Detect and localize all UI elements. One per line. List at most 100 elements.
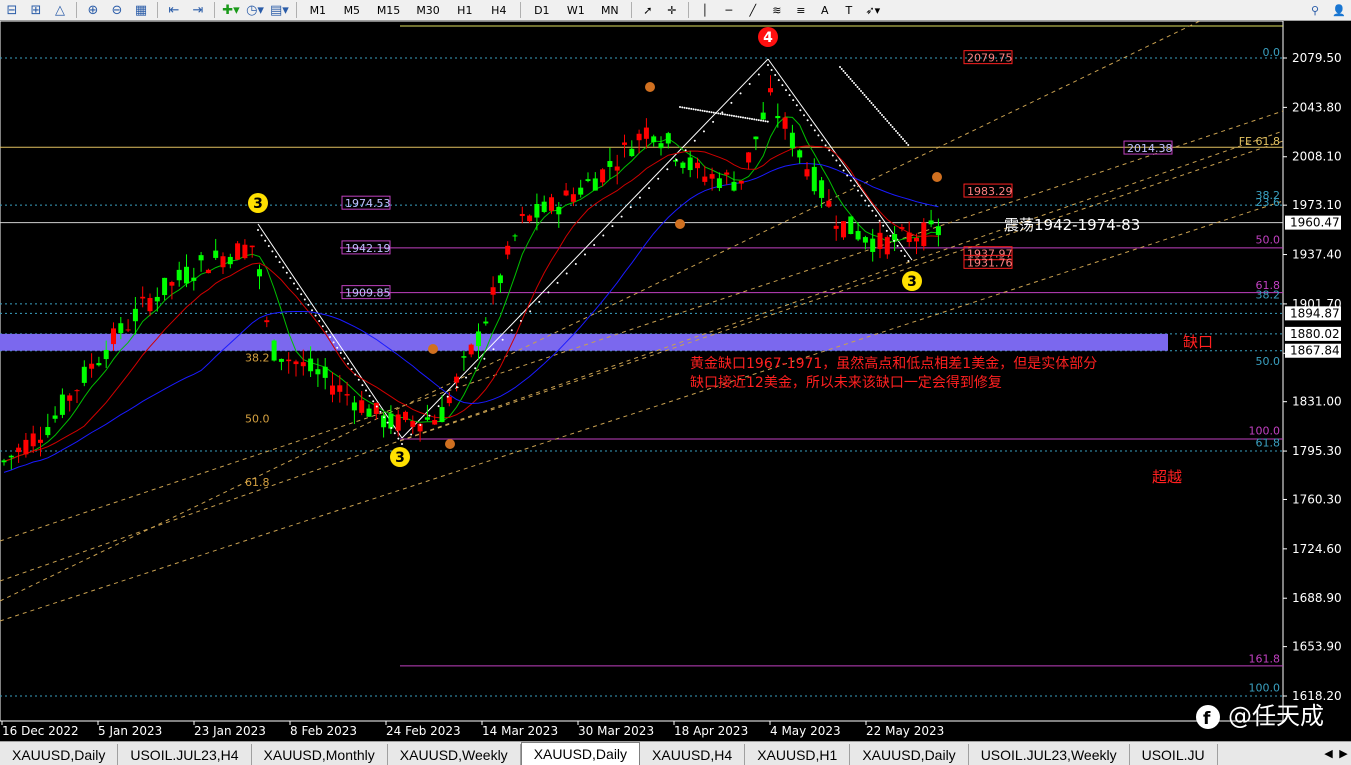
zigzag-dot <box>842 169 845 172</box>
candle-body <box>709 174 715 179</box>
candle-body <box>351 402 357 411</box>
candle-body <box>132 308 138 322</box>
zoom-out-icon[interactable]: ⊖ <box>108 1 126 19</box>
zigzag-dot <box>721 111 724 114</box>
tab-scroll-right-icon[interactable]: ▶ <box>1339 747 1347 760</box>
zigzag-dot <box>889 124 892 126</box>
text-tool-icon[interactable]: A <box>816 1 834 19</box>
gap-band <box>0 333 1168 351</box>
candle-body <box>512 235 518 237</box>
timeframe-w1-button[interactable]: W1 <box>562 1 590 19</box>
tab-xauusd-h1[interactable]: XAUUSD,H1 <box>745 744 851 765</box>
zigzag-dot <box>777 79 780 82</box>
level-tags: 1974.53 1942.19 1909.85 2079.75 2014.38 1983.… <box>341 50 1173 300</box>
candle-body <box>841 221 846 238</box>
timeframe-m5-button[interactable]: M5 <box>338 1 366 19</box>
add-indicator-icon[interactable]: ✚▾ <box>222 1 240 19</box>
periods-icon[interactable]: ◷▾ <box>246 1 264 19</box>
zigzag-dot <box>795 104 798 107</box>
zigzag-dot <box>278 261 281 264</box>
zigzag-dot <box>888 122 890 124</box>
tab-scroll-left-icon[interactable]: ◀ <box>1324 747 1332 760</box>
zigzag-dot <box>889 234 892 237</box>
timeframe-mn-button[interactable]: MN <box>596 1 624 19</box>
candle-body <box>753 136 759 140</box>
tab-xauusd-h4[interactable]: XAUUSD,H4 <box>640 744 746 765</box>
timeframe-h4-button[interactable]: H4 <box>485 1 513 19</box>
zigzag-dot <box>336 346 339 349</box>
zigzag-dot <box>264 239 267 242</box>
tab-xauusd-daily-1[interactable]: XAUUSD,Daily <box>0 744 119 765</box>
moving-averages <box>3 116 939 473</box>
candle-body <box>614 166 620 171</box>
candle-body <box>242 244 248 259</box>
tab-usoil-weekly[interactable]: USOIL.JUL23,Weekly <box>968 744 1130 765</box>
zigzag-dot <box>748 82 751 85</box>
candle-body <box>746 152 752 163</box>
account-icon[interactable]: 👤 <box>1330 1 1348 19</box>
text-label-tool-icon[interactable]: T <box>840 1 858 19</box>
candle-body <box>629 148 635 157</box>
timeframe-m30-button[interactable]: M30 <box>411 1 445 19</box>
timeframe-m1-button[interactable]: M1 <box>304 1 332 19</box>
zigzag-dot <box>739 116 742 119</box>
autoscroll-icon[interactable]: ⇤ <box>165 1 183 19</box>
crosshair-icon[interactable]: ✛ <box>663 1 681 19</box>
zigzag-dot <box>397 437 400 440</box>
zigzag-dot <box>844 72 847 74</box>
tab-xauusd-daily-2[interactable]: XAUUSD,Daily <box>850 744 969 765</box>
zigzag-dot <box>884 118 887 120</box>
minor-wave-dot <box>675 219 685 229</box>
tile-windows-icon[interactable]: ▦ <box>132 1 150 19</box>
vertical-line-icon[interactable]: │ <box>696 1 714 19</box>
zoom-in-icon[interactable]: ⊕ <box>84 1 102 19</box>
tab-xauusd-monthly[interactable]: XAUUSD,Monthly <box>251 744 388 765</box>
candle-body <box>1 460 7 463</box>
zigzag-dot <box>853 184 856 187</box>
timeframe-m15-button[interactable]: M15 <box>372 1 406 19</box>
candlestick-icon[interactable]: ⊞ <box>27 1 45 19</box>
tab-xauusd-daily-active[interactable]: XAUUSD,Daily <box>520 742 641 765</box>
timeframe-d1-button[interactable]: D1 <box>528 1 556 19</box>
zigzag-dot <box>708 110 711 113</box>
horizontal-line-icon[interactable]: ─ <box>720 1 738 19</box>
line-studies-icon[interactable]: ⊟ <box>3 1 21 19</box>
chart-shift-icon[interactable]: ⇥ <box>189 1 207 19</box>
price-axis-label: 1831.00 <box>1292 395 1342 409</box>
tab-scroll-arrows[interactable]: ◀ ▶ <box>1321 742 1351 765</box>
templates-icon[interactable]: ▤▾ <box>270 1 289 19</box>
tab-usoil-truncated[interactable]: USOIL.JU <box>1129 744 1218 765</box>
candle-body <box>30 433 36 447</box>
candle-body <box>884 237 890 255</box>
candle-body <box>592 178 598 191</box>
fibonacci-icon[interactable]: ≡ <box>792 1 810 19</box>
candle-body <box>789 132 795 149</box>
zigzag-dot <box>365 389 367 392</box>
candle-body <box>140 296 146 299</box>
channel-icon[interactable]: ≋ <box>768 1 786 19</box>
search-icon[interactable]: ⚲ <box>1306 1 1324 19</box>
wave-marker-label: 3 <box>907 274 917 290</box>
trendline-icon[interactable]: ╱ <box>744 1 762 19</box>
toolbar-separator <box>76 2 77 18</box>
tab-usoil-h4[interactable]: USOIL.JUL23,H4 <box>118 744 252 765</box>
zigzag-dot <box>861 92 864 94</box>
line-chart-icon[interactable]: △ <box>51 1 69 19</box>
candle-body <box>454 376 460 383</box>
arrows-tool-icon[interactable]: ➶▾ <box>864 1 882 19</box>
zigzag-dot <box>437 405 440 408</box>
price-axis-label: 2043.80 <box>1292 100 1342 114</box>
zigzag-dot <box>446 395 449 398</box>
candle-body <box>322 366 328 378</box>
zigzag-dot <box>712 120 715 123</box>
zigzag-dot <box>907 259 910 262</box>
zigzag-dot <box>565 272 568 275</box>
timeframe-h1-button[interactable]: H1 <box>451 1 479 19</box>
price-chart[interactable]: 1974.53 1942.19 1909.85 2079.75 2014.38 1983.… <box>0 21 1351 741</box>
zigzag-dot <box>755 118 758 121</box>
zigzag-dot <box>744 116 747 119</box>
candle-body <box>768 88 773 93</box>
cursor-icon[interactable]: ➚ <box>639 1 657 19</box>
zigzag-dot <box>350 368 353 371</box>
tab-xauusd-weekly[interactable]: XAUUSD,Weekly <box>387 744 521 765</box>
